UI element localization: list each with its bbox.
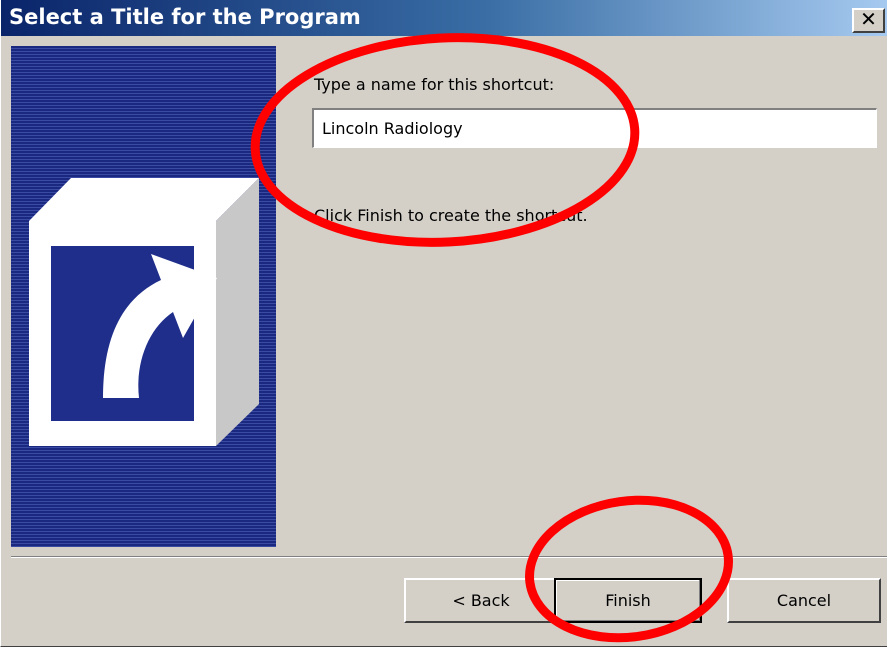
shortcut-name-input[interactable]: [312, 108, 877, 148]
instruction-text: Click Finish to create the shortcut.: [314, 206, 588, 225]
close-button[interactable]: ✕: [852, 8, 885, 33]
finish-button[interactable]: Finish: [554, 578, 702, 623]
title-bar[interactable]: Select a Title for the Program ✕: [1, 0, 887, 36]
annotation-circle-finish-button: [525, 495, 733, 643]
box-side-face: [216, 178, 259, 446]
prompt-label: Type a name for this shortcut:: [314, 75, 555, 94]
close-icon: ✕: [860, 7, 877, 31]
back-button[interactable]: < Back: [404, 578, 558, 623]
cancel-button[interactable]: Cancel: [727, 578, 881, 623]
wizard-dialog: Select a Title for the Program ✕ Type a …: [0, 0, 887, 647]
window-title: Select a Title for the Program: [9, 5, 361, 29]
shortcut-arrow-icon: [29, 178, 259, 446]
wizard-side-panel: [11, 46, 276, 547]
button-separator: [11, 556, 887, 558]
